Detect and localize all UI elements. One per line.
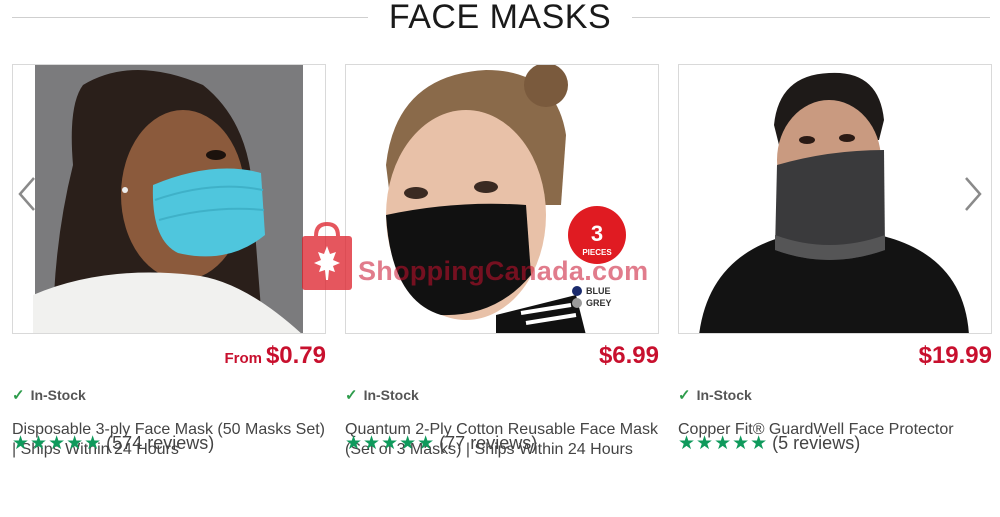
section-title: FACE MASKS xyxy=(388,0,612,36)
product-name-link[interactable]: Quantum 2-Ply Cotton Reusable Face Mask … xyxy=(345,420,659,492)
stock-status: ✓ In-Stock xyxy=(678,386,992,406)
star-rating-icon: ★★★★★ xyxy=(678,433,769,454)
price-row: From $0.79 xyxy=(12,342,326,372)
price: $6.99 xyxy=(598,342,659,369)
chevron-right-icon xyxy=(965,177,982,211)
star-rating-icon: ★★★★★ xyxy=(12,433,103,454)
watermark-text: ShoppingCanada.com xyxy=(358,256,649,286)
stock-label: In-Stock xyxy=(30,387,86,403)
star-rating-icon: ★★★★★ xyxy=(345,433,436,454)
checkmark-icon: ✓ xyxy=(678,387,691,404)
product-rating[interactable]: ★★★★★ (77 reviews) xyxy=(345,432,537,455)
product-photo-cotton-mask: 3 PIECES BLUE GREY xyxy=(346,65,658,333)
product-rating[interactable]: ★★★★★ (574 reviews) xyxy=(12,432,214,455)
review-count: (574 reviews) xyxy=(106,433,215,453)
price: $19.99 xyxy=(918,342,992,369)
product-photo-face-protector xyxy=(679,65,991,333)
review-count: (5 reviews) xyxy=(772,433,861,453)
product-image[interactable] xyxy=(12,64,326,334)
watermark: ShoppingCanada.com xyxy=(300,221,720,292)
checkmark-icon: ✓ xyxy=(12,387,25,404)
checkmark-icon: ✓ xyxy=(345,387,358,404)
stock-label: In-Stock xyxy=(363,387,419,403)
price: $0.79 xyxy=(265,342,326,369)
carousel-next-button[interactable] xyxy=(962,176,984,212)
product-name-link[interactable]: Disposable 3-ply Face Mask (50 Masks Set… xyxy=(12,420,326,492)
product-card[interactable]: From $0.79 ✓ In-Stock Disposable 3-ply Fac… xyxy=(12,64,326,492)
product-name-link[interactable]: Copper Fit® GuardWell Face Protector xyxy=(678,420,992,492)
stock-status: ✓ In-Stock xyxy=(345,386,659,406)
product-photo-disposable-mask xyxy=(13,65,303,333)
shopping-bag-logo-icon xyxy=(302,221,352,290)
price-row: $19.99 xyxy=(678,342,992,372)
price-row: $6.99 xyxy=(345,342,659,372)
section-header: FACE MASKS xyxy=(0,0,1000,40)
stock-status: ✓ In-Stock xyxy=(12,386,326,406)
product-card[interactable]: $19.99 ✓ In-Stock Copper Fit® GuardWell F… xyxy=(678,64,992,492)
product-rating[interactable]: ★★★★★ (5 reviews) xyxy=(678,432,860,455)
price-prefix: From xyxy=(224,350,262,367)
stock-label: In-Stock xyxy=(696,387,752,403)
review-count: (77 reviews) xyxy=(439,433,538,453)
carousel-prev-button[interactable] xyxy=(16,176,38,212)
color-option-label: GREY xyxy=(586,298,612,308)
product-image[interactable] xyxy=(678,64,992,334)
chevron-left-icon xyxy=(18,177,35,211)
header-divider-right xyxy=(632,17,990,18)
product-image[interactable]: 3 PIECES BLUE GREY xyxy=(345,64,659,334)
